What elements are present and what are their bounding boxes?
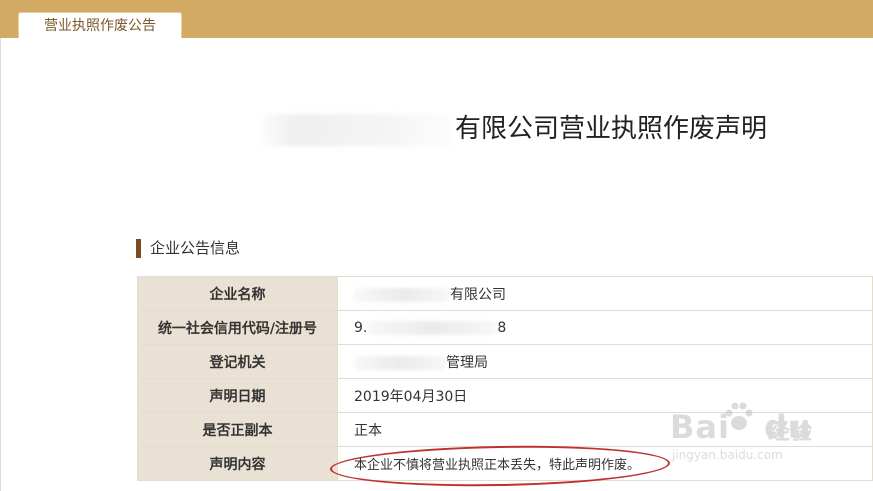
redaction-blur — [255, 114, 455, 146]
table-row: 登记机关 管理局 — [137, 344, 873, 379]
row-value: 9. 8 — [337, 310, 873, 345]
tab-license-void-notice[interactable]: 营业执照作废公告 — [18, 12, 182, 38]
section-title: 企业公告信息 — [150, 239, 241, 257]
row-label: 声明日期 — [137, 378, 338, 413]
paw-icon — [725, 402, 753, 430]
row-value: 有限公司 — [337, 276, 873, 311]
row-label: 是否正副本 — [137, 412, 338, 447]
credit-code-suffix: 8 — [497, 319, 507, 336]
redaction-blur — [354, 287, 450, 302]
row-label: 统一社会信用代码/注册号 — [137, 310, 338, 345]
watermark-url: jingyan.baidu.com — [672, 448, 783, 462]
redaction-blur — [367, 320, 498, 335]
table-row: 企业名称 有限公司 — [137, 276, 873, 311]
row-label: 企业名称 — [137, 276, 338, 311]
redaction-blur — [354, 355, 446, 370]
row-label: 登记机关 — [137, 344, 338, 379]
credit-code-prefix: 9. — [354, 319, 368, 336]
row-label: 声明内容 — [137, 446, 338, 481]
row-value: 管理局 — [337, 344, 873, 379]
table-row: 统一社会信用代码/注册号 9. 8 — [137, 310, 873, 345]
title-area: 有限公司营业执照作废声明 — [255, 110, 815, 150]
page-title: 有限公司营业执照作废声明 — [455, 114, 768, 144]
left-border — [0, 38, 1, 491]
baidu-watermark: Bai du 经验 jingyan.baidu.com — [670, 398, 870, 468]
section-marker — [136, 239, 141, 258]
company-name-value: 有限公司 — [450, 286, 506, 303]
watermark-jingyan: 经验 — [768, 420, 813, 445]
authority-value: 管理局 — [446, 354, 488, 371]
